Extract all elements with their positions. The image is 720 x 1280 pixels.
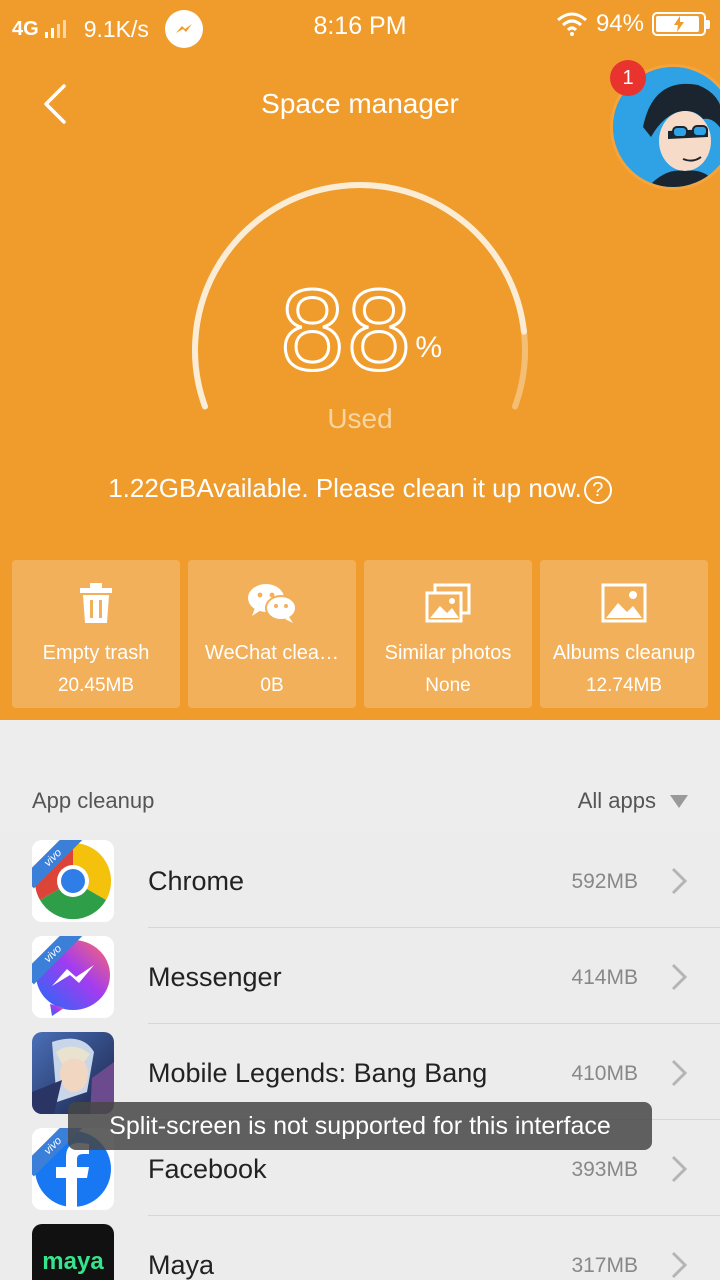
chevron-right-icon (671, 963, 688, 991)
chevron-right-icon (671, 1251, 688, 1279)
card-label: Empty trash (42, 642, 150, 664)
notification-badge: 1 (610, 60, 646, 96)
maya-icon: maya (32, 1224, 114, 1280)
card-value: 0B (260, 675, 284, 696)
app-row-messenger[interactable]: vivo Messenger 414MB (0, 928, 720, 1024)
similar-photos-icon (364, 580, 532, 626)
usage-percent: 88% (0, 269, 720, 397)
wechat-cleanup-card[interactable]: WeChat clea… 0B (188, 560, 356, 708)
app-list: vivo Chrome 592MB vivo Messenger 414MB M… (0, 832, 720, 1280)
app-name: Mobile Legends: Bang Bang (148, 1058, 488, 1088)
card-value: None (425, 675, 471, 696)
status-right: 94% (556, 10, 710, 38)
section-title: App cleanup (32, 788, 155, 813)
app-filter-value: All apps (577, 788, 656, 813)
split-screen-toast: Split-screen is not supported for this i… (68, 1102, 652, 1150)
messenger-icon: vivo (32, 936, 114, 1018)
app-size: 410MB (571, 1062, 638, 1085)
chevron-right-icon (671, 1155, 688, 1183)
app-size: 317MB (571, 1254, 638, 1277)
battery-icon (652, 12, 710, 36)
status-bar: 4G 9.1K/s 8:16 PM 94% (0, 0, 720, 52)
wifi-icon (556, 12, 587, 36)
app-size: 393MB (571, 1158, 638, 1181)
app-name: Maya (148, 1250, 215, 1280)
card-value: 12.74MB (585, 675, 663, 696)
chevron-right-icon (671, 867, 688, 895)
card-label: Albums cleanup (552, 642, 696, 664)
card-label: Similar photos (384, 642, 512, 664)
app-name: Chrome (148, 866, 245, 896)
chrome-icon: vivo (32, 840, 114, 922)
empty-trash-card[interactable]: Empty trash 20.45MB (12, 560, 180, 708)
trash-icon (12, 580, 180, 626)
wechat-icon (188, 580, 356, 626)
app-row-maya[interactable]: maya Maya 317MB (0, 1216, 720, 1280)
app-filter-dropdown[interactable]: All apps (578, 788, 688, 814)
album-icon (540, 580, 708, 626)
card-label: WeChat clea… (204, 642, 340, 664)
app-name: Facebook (148, 1154, 267, 1184)
available-message: 1.22GBAvailable. Please clean it up now. (108, 473, 582, 503)
dropdown-arrow-icon (670, 794, 688, 808)
cleanup-cards: Empty trash 20.45MB WeChat clea… 0B Simi… (12, 560, 708, 708)
percent-symbol: % (415, 331, 443, 364)
battery-percent: 94% (595, 10, 644, 37)
chevron-right-icon (671, 1059, 688, 1087)
similar-photos-card[interactable]: Similar photos None (364, 560, 532, 708)
used-label: Used (327, 403, 393, 434)
app-row-chrome[interactable]: vivo Chrome 592MB (0, 832, 720, 928)
help-icon[interactable]: ? (583, 476, 612, 505)
app-size: 592MB (571, 870, 638, 893)
available-text: 1.22GBAvailable. Please clean it up now.… (0, 473, 720, 505)
app-cleanup-header: App cleanup All apps (0, 770, 720, 832)
maya-logo-text: maya (42, 1248, 104, 1275)
app-size: 414MB (571, 966, 638, 989)
usage-percent-value: 88 (276, 269, 414, 397)
app-name: Messenger (148, 962, 282, 992)
card-value: 20.45MB (57, 675, 135, 696)
albums-cleanup-card[interactable]: Albums cleanup 12.74MB (540, 560, 708, 708)
